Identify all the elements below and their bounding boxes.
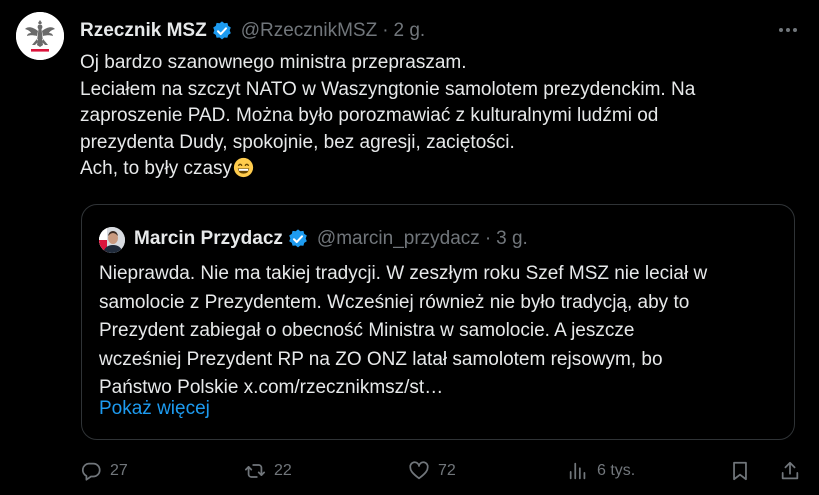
tweet-text-line: Ach, to były czasy [80, 158, 233, 179]
quoted-text-line: samolocie z Prezydentem. Wcześniej równi… [99, 291, 690, 313]
quoted-timestamp: 3 g. [496, 228, 528, 249]
like-icon [409, 461, 429, 480]
quoted-text-line: Prezydent zabiegał o obecność Ministra w… [99, 320, 635, 342]
quoted-header: Marcin Przydacz @marcin_przydacz · 3 g. [134, 226, 528, 252]
reply-count: 27 [110, 462, 128, 479]
tweet-text: Oj bardzo szanownego ministra przeprasza… [80, 50, 790, 183]
tweet-timestamp[interactable]: 2 g. [394, 20, 426, 42]
author-avatar[interactable] [16, 12, 64, 60]
more-icon[interactable] [775, 20, 801, 40]
tweet-text-line: Leciałem na szczyt NATO w Waszyngtonie s… [80, 78, 696, 100]
repost-icon [244, 464, 266, 478]
author-handle[interactable]: @RzecznikMSZ [241, 20, 377, 42]
like-count: 72 [438, 462, 456, 479]
share-icon [781, 461, 799, 480]
reply-button[interactable]: 27 [80, 456, 128, 486]
share-button[interactable] [779, 456, 801, 486]
views-icon [569, 462, 586, 480]
author-name[interactable]: Rzecznik MSZ [80, 20, 207, 42]
tweet-text-line: prezydenta Dudy, spokojnie, bez agresji,… [80, 131, 515, 153]
action-bar: 27 22 72 6 tys. [80, 456, 810, 486]
separator-dot: · [484, 228, 492, 249]
quoted-tweet[interactable]: Marcin Przydacz @marcin_przydacz · 3 g. … [81, 204, 795, 440]
views-button[interactable]: 6 tys. [567, 456, 635, 486]
portrait-avatar-icon [99, 227, 125, 253]
quoted-text: Nieprawda. Nie ma takiej tradycji. W zes… [99, 260, 789, 403]
tweet-text-line: zaproszenie PAD. Można było porozmawiać … [80, 105, 659, 126]
quoted-author-name: Marcin Przydacz [134, 228, 283, 249]
show-more-link[interactable]: Pokaż więcej [99, 398, 210, 420]
quoted-text-line: Nieprawda. Nie ma takiej tradycji. W zes… [99, 263, 708, 284]
bookmark-icon [733, 461, 747, 481]
eagle-emblem-icon [16, 12, 64, 60]
tweet-text-line: Oj bardzo szanownego ministra przeprasza… [80, 52, 467, 73]
grinning-emoji-icon [233, 157, 254, 178]
repost-count: 22 [274, 462, 292, 479]
reply-icon [81, 462, 101, 481]
bookmark-button[interactable] [729, 456, 751, 486]
tweet-header: Rzecznik MSZ @RzecznikMSZ · 2 g. [80, 18, 425, 44]
like-button[interactable]: 72 [408, 456, 456, 486]
quoted-author-handle: @marcin_przydacz [316, 228, 480, 249]
verified-badge-icon [212, 21, 231, 40]
tweet[interactable]: Rzecznik MSZ @RzecznikMSZ · 2 g. Oj bard… [0, 0, 819, 495]
tweet-text-line-last: Ach, to były czasy [80, 156, 790, 183]
quoted-author-avatar[interactable] [99, 227, 125, 253]
separator-dot: · [382, 20, 389, 41]
repost-button[interactable]: 22 [244, 456, 292, 486]
quoted-text-line: wcześniej Prezydent RP na ZO ONZ latał s… [99, 348, 663, 370]
verified-badge-icon [289, 229, 307, 248]
views-count: 6 tys. [597, 462, 636, 479]
